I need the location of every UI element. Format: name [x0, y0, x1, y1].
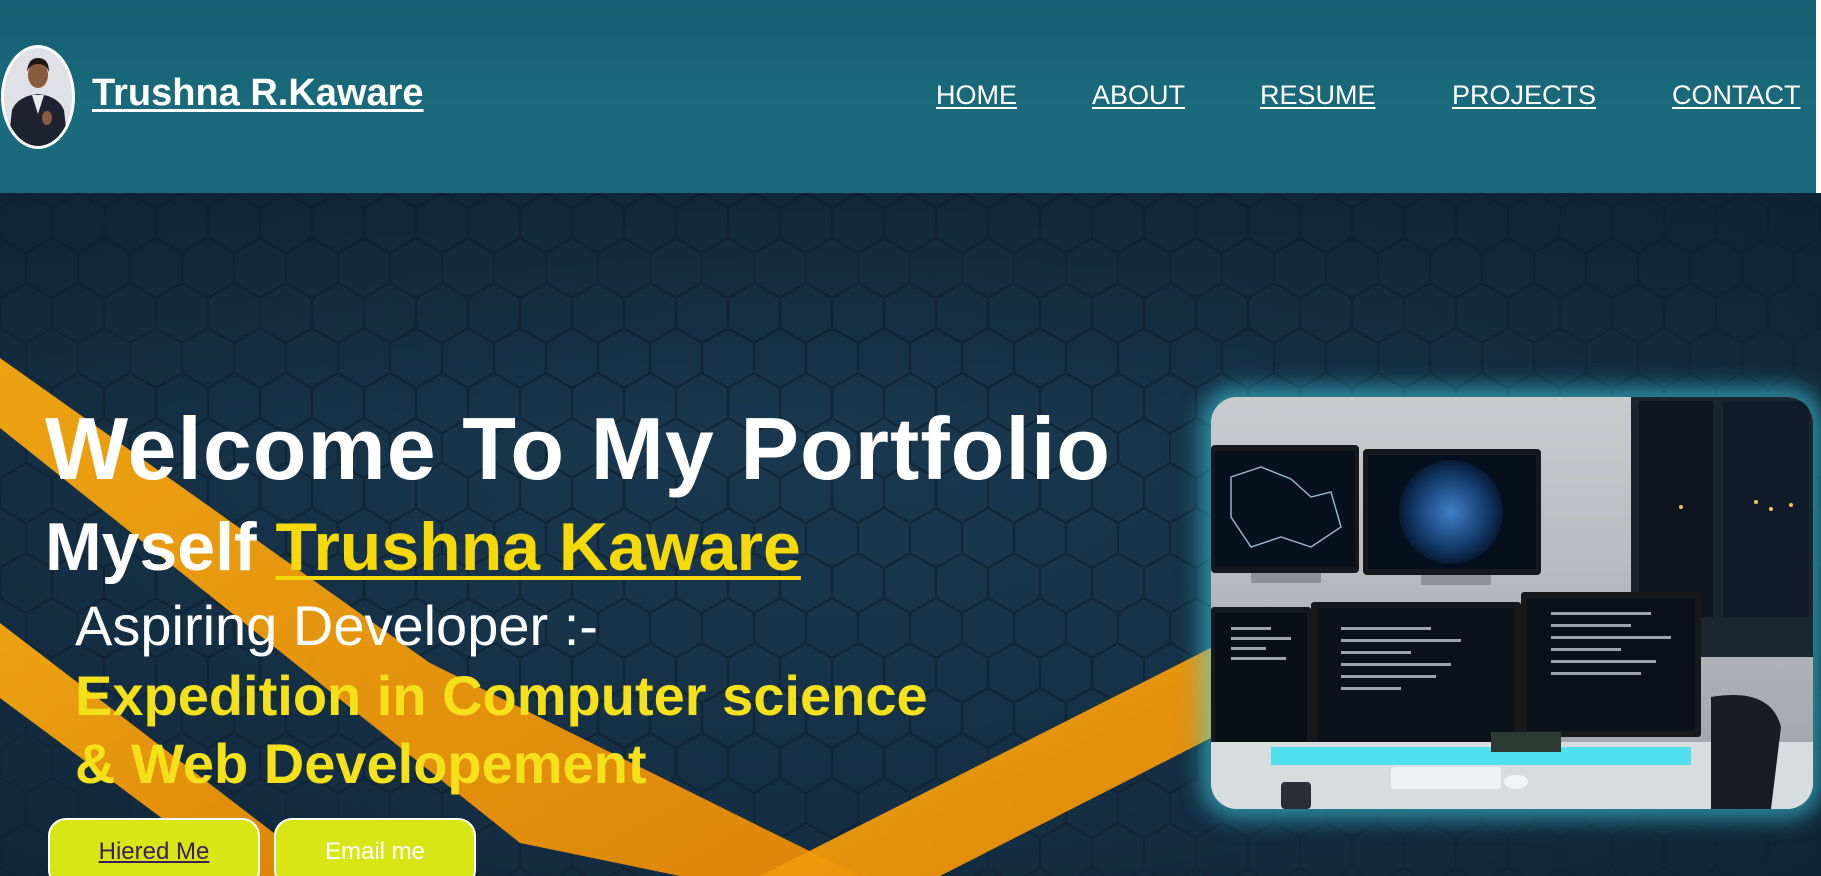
hero-section: Welcome To My Portfolio Myself Trushna K… [0, 193, 1821, 876]
avatar[interactable] [1, 45, 75, 149]
nav-about[interactable]: ABOUT [1092, 80, 1185, 111]
hero-role: Aspiring Developer :- [75, 594, 598, 657]
nav-resume[interactable]: RESUME [1260, 80, 1376, 111]
nav-projects[interactable]: PROJECTS [1452, 80, 1596, 111]
hero-title: Welcome To My Portfolio [45, 399, 1112, 498]
hero-tagline-line2: & Web Developement [75, 732, 647, 795]
hero-name[interactable]: Trushna Kaware [276, 509, 801, 585]
portfolio-page: Trushna R.Kaware HOME ABOUT RESUME PROJE… [0, 0, 1821, 876]
nav-contact[interactable]: CONTACT [1672, 80, 1801, 111]
nav-home[interactable]: HOME [936, 80, 1017, 111]
hire-me-button[interactable]: Hiered Me [48, 818, 260, 876]
hero-tagline-line1: Expedition in Computer science [75, 664, 928, 727]
computer-workstation-illustration [1211, 397, 1813, 809]
hero-workstation-image [1211, 397, 1813, 809]
hero-intro: Myself Trushna Kaware [45, 508, 801, 586]
email-me-button[interactable]: Email me [274, 818, 476, 876]
profile-photo-icon [4, 48, 72, 146]
brand-name[interactable]: Trushna R.Kaware [92, 72, 424, 115]
hero-myself-prefix: Myself [45, 509, 257, 585]
top-navbar: Trushna R.Kaware HOME ABOUT RESUME PROJE… [0, 0, 1821, 193]
navbar-edge [1816, 0, 1821, 193]
